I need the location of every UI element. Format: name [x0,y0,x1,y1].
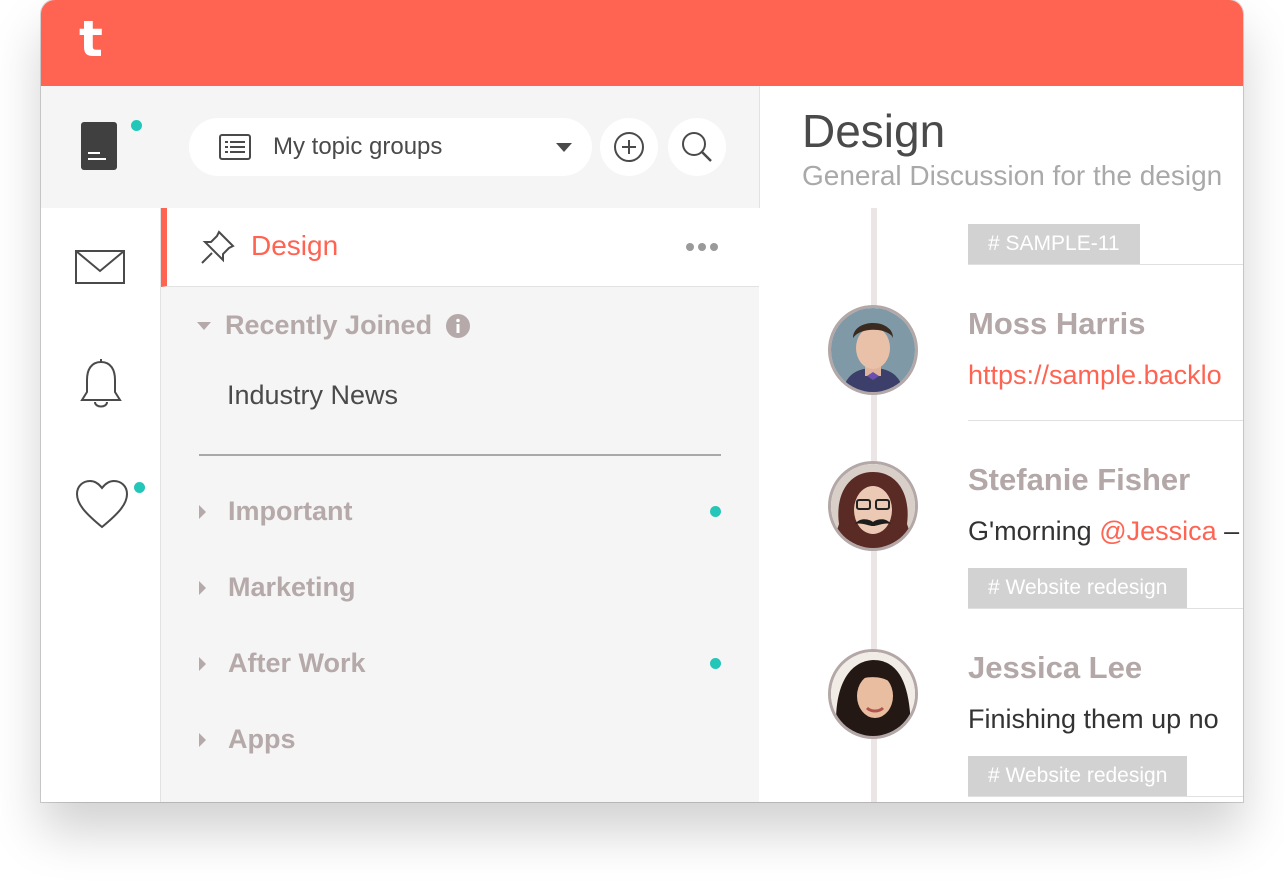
app-logo[interactable]: t [79,14,103,64]
message-text: G'morning [968,516,1100,546]
topic-subtitle: General Discussion for the design [802,160,1223,191]
mention-link[interactable]: @Jessica [1099,516,1216,546]
group-item-important[interactable]: Important [199,496,721,527]
plus-circle-icon [614,132,644,162]
topic-title: Design [802,105,946,157]
avatar[interactable] [828,305,918,395]
expand-triangle-icon [199,580,206,595]
mail-icon[interactable] [75,250,125,284]
document-unread-dot [131,120,142,131]
expand-triangle-icon [199,656,206,671]
topic-tag[interactable]: # Website redesign [968,568,1188,608]
avatar[interactable] [828,461,918,551]
message-text: – [1216,516,1240,546]
unread-dot [710,658,721,669]
post-author[interactable]: Stefanie Fisher [968,462,1190,498]
divider [968,420,1243,421]
topic-tag[interactable]: # SAMPLE-11 [968,224,1140,264]
app-window: t My topic groups Design General Discuss… [41,0,1243,802]
avatar-moss-harris-image [831,308,915,392]
post-message: Finishing them up no [968,704,1219,734]
top-bar: t [41,0,1243,86]
avatar-stefanie-fisher-image [831,464,915,548]
recently-joined-header[interactable]: Recently Joined [197,310,471,341]
divider [968,608,1243,609]
topic-group-panel: Design Recently Joined Industry News Imp… [161,208,760,802]
group-label: Important [228,496,353,526]
divider [968,796,1243,797]
active-topic-item[interactable]: Design [161,208,759,287]
topic-group-selector[interactable]: My topic groups [189,118,592,176]
pin-icon[interactable] [201,230,235,264]
avatar-jessica-lee-image [831,652,915,736]
search-button[interactable] [668,118,726,176]
bell-icon[interactable] [79,358,123,410]
group-item-marketing[interactable]: Marketing [199,572,721,603]
groups-header: My topic groups [41,86,759,209]
document-icon[interactable] [81,122,117,170]
add-topic-button[interactable] [600,118,658,176]
icon-rail [41,208,161,802]
group-item-apps[interactable]: Apps [199,724,721,755]
info-icon[interactable] [446,313,471,338]
unread-dot [710,506,721,517]
heart-icon[interactable] [75,480,129,530]
topic-tag[interactable]: # Website redesign [968,756,1188,796]
group-label: Apps [228,724,296,754]
active-topic-name: Design [251,230,339,261]
favorites-unread-dot [134,482,145,493]
topic-header: Design General Discussion for the design [759,86,1243,209]
search-icon [682,132,712,162]
group-label: Marketing [228,572,356,602]
divider [968,264,1243,265]
post-message: G'morning @Jessica – [968,516,1239,547]
list-icon [219,134,251,160]
divider [199,454,721,456]
post-link[interactable]: https://sample.backlo [968,360,1222,391]
chevron-down-icon [556,143,572,152]
topic-group-label: My topic groups [273,133,443,160]
group-label: After Work [228,648,366,678]
post-author[interactable]: Jessica Lee [968,650,1142,686]
message-feed: # SAMPLE-11 Moss Harris https://sample.b… [759,208,1243,802]
post-author[interactable]: Moss Harris [968,306,1145,342]
group-item-after-work[interactable]: After Work [199,648,721,679]
recently-joined-label: Recently Joined [225,310,433,340]
avatar[interactable] [828,649,918,739]
expand-triangle-icon [199,504,206,519]
list-item[interactable]: Industry News [227,380,398,411]
more-options-icon[interactable] [685,242,719,252]
expand-triangle-icon [199,732,206,747]
collapse-triangle-icon [197,321,211,330]
